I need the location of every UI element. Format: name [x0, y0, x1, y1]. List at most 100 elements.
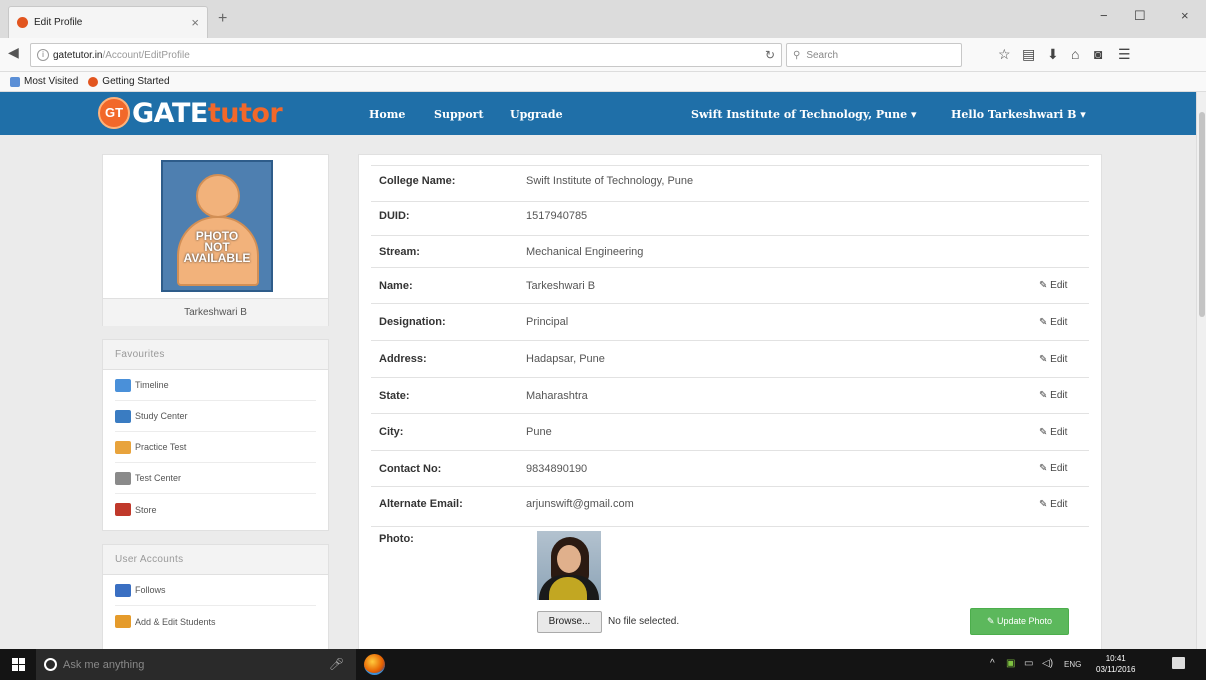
minimize-icon[interactable]: −	[1100, 8, 1108, 23]
windows-start-icon[interactable]	[12, 658, 25, 671]
edit-link[interactable]: ✎ Edit	[1039, 280, 1089, 291]
logo-tutor-text: tutor	[207, 97, 283, 129]
profile-row-city: City: Pune ✎ Edit	[371, 413, 1089, 450]
edit-link[interactable]: ✎ Edit	[1039, 427, 1089, 438]
tray-app-icon[interactable]: ▣	[1006, 658, 1015, 669]
field-value: 1517940785	[526, 210, 588, 222]
profile-card: PHOTO NOT AVAILABLE Tarkeshwari B	[102, 154, 329, 326]
field-value: Mechanical Engineering	[526, 245, 644, 258]
cortana-search-box[interactable]: Ask me anything 🎤︎	[36, 649, 356, 680]
firefox-taskbar-icon[interactable]	[364, 654, 385, 675]
sidebar-item-label: Add & Edit Students	[135, 616, 216, 627]
edit-link[interactable]: ✎ Edit	[1039, 463, 1089, 474]
window-close-icon[interactable]: ×	[1181, 8, 1189, 23]
browse-button[interactable]: Browse...	[537, 611, 602, 633]
field-value: 9834890190	[526, 462, 588, 475]
field-value: arjunswift@gmail.com	[526, 498, 634, 510]
edit-link[interactable]: ✎ Edit	[1039, 499, 1089, 510]
url-bar[interactable]: i gatetutor.in /Account/EditProfile ↻	[30, 43, 782, 67]
downloads-icon[interactable]: ⬇	[1047, 46, 1059, 63]
page-scrollbar[interactable]	[1196, 92, 1206, 649]
tab-title: Edit Profile	[34, 17, 83, 28]
site-info-icon[interactable]: i	[37, 49, 49, 61]
edit-link[interactable]: ✎ Edit	[1039, 354, 1089, 365]
volume-icon[interactable]: ◁)	[1042, 658, 1053, 669]
network-icon[interactable]: ▭	[1024, 658, 1033, 669]
add-students-icon	[115, 615, 131, 628]
sidebar-item-label: Follows	[135, 585, 166, 595]
photo-placeholder-text: PHOTO NOT AVAILABLE	[183, 229, 251, 265]
scrollbar-thumb[interactable]	[1199, 112, 1205, 317]
edit-link[interactable]: ✎ Edit	[1039, 390, 1089, 401]
notification-icon[interactable]	[1172, 657, 1185, 669]
sidebar-item-practice-test[interactable]: Practice Test	[115, 432, 316, 463]
maximize-icon[interactable]: ☐	[1134, 8, 1146, 24]
field-label: Contact No:	[379, 462, 442, 475]
field-value: Tarkeshwari B	[526, 279, 596, 292]
logo-gate-text: GATE	[132, 97, 208, 129]
profile-row-stream: Stream: Mechanical Engineering	[371, 235, 1089, 267]
profile-row-college-name: College Name: Swift Institute of Technolo…	[371, 165, 1089, 196]
microphone-icon[interactable]: 🎤︎	[329, 657, 344, 671]
profile-details-panel: College Name: Swift Institute of Technolo…	[358, 154, 1102, 649]
profile-row-alternate-email: Alternate Email: arjunswift@gmail.com ✎ Ed…	[371, 486, 1089, 521]
follows-icon	[115, 583, 131, 597]
bookmark-most-visited[interactable]: Most Visited	[10, 76, 78, 87]
pencil-icon: ✎	[1039, 316, 1051, 328]
sidebar-item-store[interactable]: Store	[115, 494, 316, 525]
profile-row-name: Name: Tarkeshwari B ✎ Edit	[371, 267, 1089, 303]
url-path: /Account/EditProfile	[102, 49, 190, 61]
sidebar-item-timeline[interactable]: Timeline	[115, 370, 316, 401]
field-label: Designation:	[379, 316, 446, 328]
search-input[interactable]: ⚲ Search	[786, 43, 962, 67]
menu-icon[interactable]: ☰	[1118, 46, 1131, 63]
edit-label: Edit	[1050, 463, 1068, 474]
field-label: DUID:	[379, 210, 410, 222]
language-indicator[interactable]: ENG	[1064, 660, 1081, 669]
nav-user-dropdown[interactable]: Hello Tarkeshwari B ▾	[951, 108, 1086, 121]
sidebar-item-study-center[interactable]: Study Center	[115, 401, 316, 432]
sidebar-item-test-center[interactable]: Test Center	[115, 463, 316, 494]
study-center-icon	[115, 409, 131, 423]
site-header: GT GATE tutor Home Support Upgrade Swift…	[0, 92, 1196, 135]
tray-chevron-icon[interactable]: ^	[990, 658, 995, 669]
sidebar-item-label: Timeline	[135, 380, 169, 390]
nav-upgrade[interactable]: Upgrade	[510, 108, 563, 121]
system-clock[interactable]: 10:41 03/11/2016	[1096, 653, 1135, 675]
sidebar-item-label: Practice Test	[135, 442, 187, 452]
silhouette-head	[196, 174, 240, 218]
tab-close-icon[interactable]: ×	[191, 15, 199, 30]
nav-college-dropdown[interactable]: Swift Institute of Technology, Pune ▾	[691, 108, 917, 121]
field-value: Principal	[526, 316, 569, 328]
edit-link[interactable]: ✎ Edit	[1039, 317, 1089, 328]
page-viewport: GT GATE tutor Home Support Upgrade Swift…	[0, 92, 1196, 649]
photo-not-available-image: PHOTO NOT AVAILABLE	[161, 160, 273, 292]
browser-tab[interactable]: Edit Profile ×	[8, 6, 208, 38]
sidebar-item-add-edit-students[interactable]: Add & Edit Students	[115, 606, 316, 637]
site-logo[interactable]: GT GATE tutor	[98, 97, 283, 129]
home-icon[interactable]: ⌂	[1071, 46, 1079, 62]
profile-row-address: Address: Hadapsar, Pune ✎ Edit	[371, 340, 1089, 377]
reading-list-icon[interactable]: ▤	[1022, 46, 1035, 63]
profile-row-contact-no: Contact No: 9834890190 ✎ Edit	[371, 450, 1089, 486]
edit-label: Edit	[1050, 426, 1068, 438]
edit-label: Edit	[1050, 316, 1068, 328]
profile-photo	[537, 531, 601, 600]
sidebar-item-follows[interactable]: Follows	[115, 575, 316, 606]
test-center-icon	[115, 471, 131, 485]
new-tab-icon[interactable]: +	[218, 10, 227, 28]
back-icon[interactable]: ◀	[8, 44, 19, 61]
pocket-icon[interactable]: ◙	[1094, 46, 1102, 62]
update-photo-button[interactable]: ✎ Update Photo	[970, 608, 1069, 635]
browser-tab-bar: Edit Profile × + − ☐ ×	[0, 0, 1206, 38]
user-accounts-panel: User Accounts Follows Add & Edit Students	[102, 544, 329, 649]
bookmark-getting-started[interactable]: Getting Started	[88, 76, 170, 87]
pencil-icon: ✎	[1039, 498, 1051, 510]
field-value: Swift Institute of Technology, Pune	[526, 175, 694, 187]
nav-home[interactable]: Home	[369, 108, 405, 121]
bookmark-star-icon[interactable]: ☆	[998, 46, 1011, 63]
logo-badge: GT	[98, 97, 130, 129]
reload-icon[interactable]: ↻	[765, 48, 775, 62]
nav-support[interactable]: Support	[434, 108, 484, 121]
url-host: gatetutor.in	[53, 49, 103, 61]
